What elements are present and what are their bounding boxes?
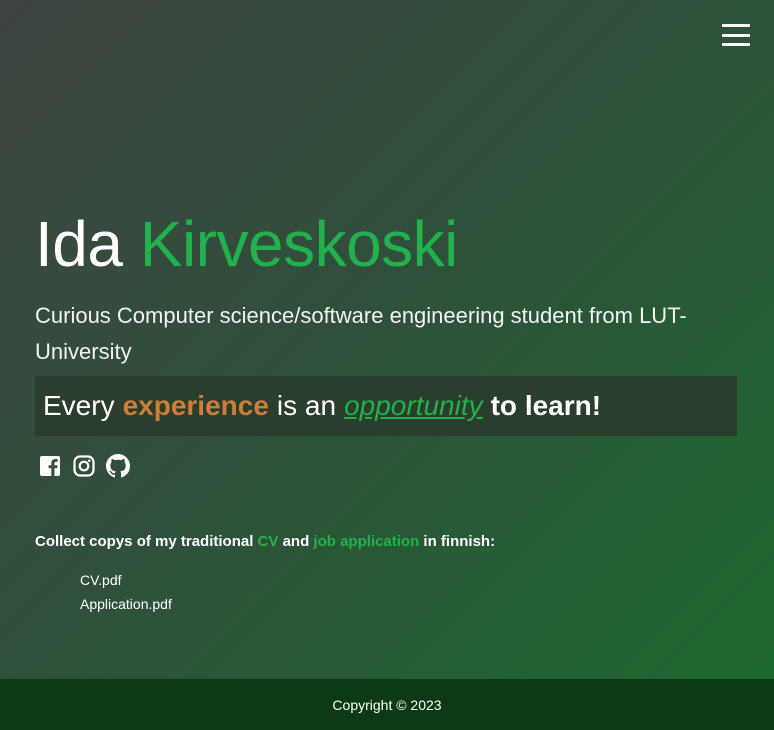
- intro-prefix: Collect copys of my traditional: [35, 533, 254, 550]
- page-title: Ida Kirveskoski: [35, 206, 737, 282]
- intro-suffix: in finnish:: [423, 533, 496, 550]
- hamburger-menu-icon[interactable]: [722, 24, 750, 46]
- cv-highlight: CV: [257, 533, 279, 550]
- intro-and: and: [282, 533, 310, 550]
- last-name: Kirveskoski: [139, 208, 459, 280]
- motto-to-learn: to learn!: [490, 390, 602, 421]
- menu-bar: [722, 43, 750, 46]
- cv-pdf-link[interactable]: CV.pdf: [80, 568, 172, 592]
- motto-banner: Every experience is an opportunity to le…: [35, 376, 737, 436]
- facebook-icon[interactable]: [38, 454, 62, 478]
- motto-opportunity: opportunity: [344, 390, 483, 421]
- instagram-icon[interactable]: [72, 454, 96, 478]
- menu-bar: [722, 33, 750, 37]
- github-icon[interactable]: [106, 454, 130, 478]
- application-highlight: job application: [313, 533, 420, 550]
- application-pdf-link[interactable]: Application.pdf: [80, 592, 172, 616]
- social-links: [38, 454, 130, 478]
- footer: Copyright © 2023: [0, 679, 774, 730]
- motto-every: Every: [43, 390, 115, 421]
- documents-intro: Collect copys of my traditional CV and j…: [35, 533, 495, 550]
- motto-is-an: is an: [276, 390, 337, 421]
- file-list: CV.pdf Application.pdf: [80, 568, 172, 616]
- menu-bar: [722, 24, 750, 27]
- copyright-text: Copyright © 2023: [332, 696, 442, 713]
- first-name: Ida: [35, 208, 123, 280]
- subtitle: Curious Computer science/software engine…: [35, 303, 687, 364]
- hero-section: Ida Kirveskoski Curious Computer science…: [35, 206, 737, 436]
- motto-experience: experience: [122, 390, 269, 421]
